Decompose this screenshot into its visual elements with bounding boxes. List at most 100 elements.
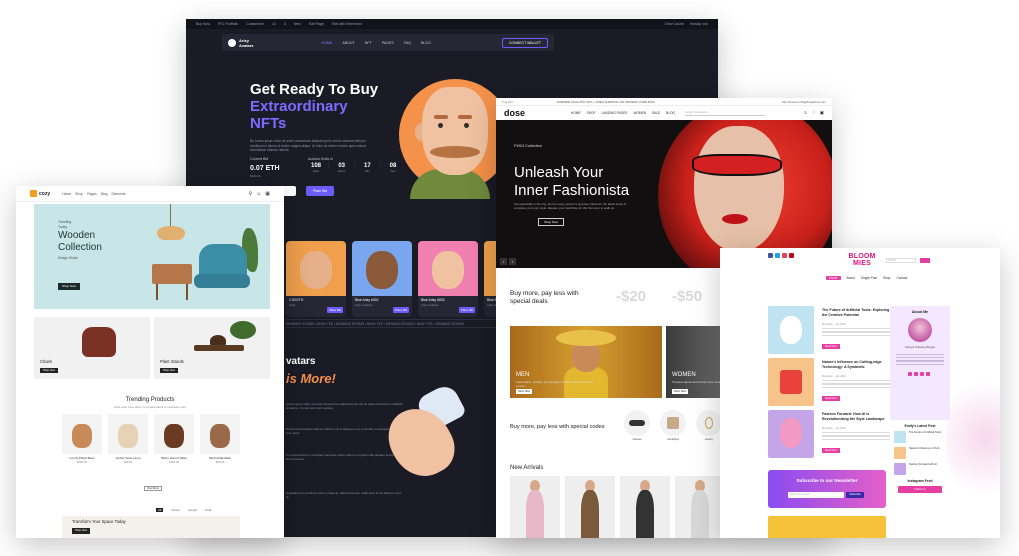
nav-blog[interactable]: BLOG [666, 111, 675, 115]
accessory-handbags[interactable]: Handbags [660, 410, 686, 441]
nav-pages[interactable]: Pages [87, 192, 97, 196]
accessory-jewelry[interactable]: Jewelry [696, 410, 722, 441]
read-more-button[interactable]: Read More [822, 344, 840, 349]
place-bid-button[interactable]: Place Bid [306, 186, 334, 196]
user-icon[interactable]: ☺ [256, 191, 261, 197]
admin-bar-item[interactable]: 13 [272, 22, 276, 26]
search-input[interactable]: Search products... [685, 110, 766, 116]
tab-lamps[interactable]: Lamps [188, 508, 197, 512]
banner-shop-button[interactable]: Shop Now [72, 528, 90, 534]
admin-bar-item[interactable]: Buy Now [196, 22, 210, 26]
post-title[interactable]: The Future of Artificial Tools: Explorin… [822, 308, 892, 317]
view-more-button[interactable]: View More [144, 486, 162, 491]
nav-about[interactable]: ABOUT [342, 41, 354, 45]
category-tile-chairs[interactable]: Chairs Shop Now [34, 317, 150, 379]
search-icon[interactable]: ⚲ [248, 191, 252, 197]
nft-card[interactable]: 1.00 ETH Arisy Place Bid [286, 241, 346, 317]
admin-bar-item[interactable]: Edit with Elementor [332, 22, 362, 26]
newsletter-subscribe-button[interactable]: Subscribe [846, 492, 864, 498]
admin-bar-item[interactable]: New [294, 22, 301, 26]
account-link[interactable]: My Account info@doseshop.com [782, 100, 826, 104]
nav-pages[interactable]: PAGES [382, 41, 394, 45]
cozy-logo[interactable]: cozy [30, 190, 50, 197]
post-thumbnail[interactable] [768, 516, 886, 538]
pinterest-icon[interactable] [789, 252, 794, 258]
category-men[interactable]: MEN Fashionable, durable, and designed f… [510, 326, 662, 398]
facebook-icon[interactable] [768, 252, 773, 258]
post-title[interactable]: Fashion Forward: How AI is Revolutionizi… [822, 412, 892, 421]
next-arrow-icon[interactable]: › [509, 258, 516, 265]
nav-blog[interactable]: Blog [101, 192, 108, 196]
blog-post[interactable]: Fashion Forward: How AI is Revolutionizi… [768, 410, 908, 460]
nav-home[interactable]: Home [826, 276, 841, 280]
nft-card[interactable]: Blue Arisy #003 Arisy Avatars Place Bid [418, 241, 478, 317]
product-card[interactable] [565, 476, 615, 538]
tile-shop-button[interactable]: Shop Now [160, 368, 178, 373]
blog-logo[interactable]: BLOOM MIES [843, 253, 881, 267]
nav-contact[interactable]: Contact [896, 276, 907, 280]
nav-home[interactable]: Home [62, 192, 71, 196]
newsletter-email-input[interactable]: Enter your email [788, 492, 844, 498]
admin-bar-item[interactable]: Clear Cache [665, 22, 684, 26]
heart-icon[interactable]: ♡ [812, 110, 816, 116]
nav-sale[interactable]: SALE [652, 111, 660, 115]
tab-all[interactable]: All [156, 508, 164, 512]
admin-bar-item[interactable]: Customizer [246, 22, 264, 26]
admin-bar-item[interactable]: RTL Portfolio [218, 22, 238, 26]
product-card[interactable] [510, 476, 560, 538]
nav-women[interactable]: WOMEN [633, 111, 646, 115]
category-tile-plants[interactable]: Plant Stands Shop Now [154, 317, 270, 379]
hero-shop-button[interactable]: Shop Now [58, 283, 80, 290]
nav-home[interactable]: HOME [571, 111, 581, 115]
twitter-icon[interactable] [775, 252, 780, 258]
tab-sofa[interactable]: Sofa [205, 508, 211, 512]
connect-wallet-button[interactable]: CONNECT WALLET [501, 37, 548, 48]
category-shop-button[interactable]: Shop Now [672, 389, 688, 394]
nft-card[interactable]: Blue Arisy #002 Arisy Avatars Place Bid [352, 241, 412, 317]
cart-icon[interactable]: ▣ [265, 191, 270, 197]
card-bid-button[interactable]: Place Bid [393, 307, 409, 313]
dose-logo[interactable]: dose [504, 108, 525, 118]
nav-shop[interactable]: Shop [883, 276, 890, 280]
admin-bar-item[interactable]: 3 [284, 22, 286, 26]
tile-shop-button[interactable]: Shop Now [40, 368, 58, 373]
instagram-icon[interactable] [782, 252, 787, 258]
search-button[interactable] [920, 258, 930, 263]
read-more-button[interactable]: Read More [822, 396, 840, 401]
nav-single-post[interactable]: Single Post [861, 276, 877, 280]
card-bid-button[interactable]: Place Bid [459, 307, 475, 313]
accessory-glasses[interactable]: Glasses [624, 410, 650, 441]
blog-post[interactable]: The Future of Artificial Tools: Explorin… [768, 306, 908, 356]
admin-bar-item[interactable]: Howdy, info [690, 22, 708, 26]
tab-chairs[interactable]: Chairs [171, 508, 180, 512]
product-card[interactable]: Minimal Bedside $99.00 [200, 414, 240, 464]
admin-bar-item[interactable]: Edit Page [309, 22, 324, 26]
nav-shop[interactable]: Shop [75, 192, 83, 196]
post-thumbnail[interactable] [768, 410, 814, 458]
blog-post[interactable]: Nature's Influence on Cutting-edge Techn… [768, 358, 908, 408]
latest-post-item[interactable]: The Future of Artificial Tools [894, 431, 946, 443]
nav-elements[interactable]: Elements [112, 192, 126, 196]
product-card[interactable] [675, 476, 725, 538]
post-title[interactable]: Nature's Influence on Cutting-edge Techn… [822, 360, 892, 369]
prev-arrow-icon[interactable]: ‹ [500, 258, 507, 265]
nav-landing[interactable]: LANDING PAGES [602, 111, 628, 115]
nav-home[interactable]: HOME [322, 41, 333, 45]
search-input[interactable]: Search [886, 258, 916, 263]
nav-shop[interactable]: SHOP [587, 111, 596, 115]
nav-nft[interactable]: NFT [365, 41, 372, 45]
nav-faq[interactable]: FAQ [404, 41, 411, 45]
nft-logo[interactable]: Arisy Avatars [228, 38, 254, 48]
social-icons[interactable]: f t g p in [502, 100, 513, 104]
product-card[interactable]: Bistro Round Table $180.00 [154, 414, 194, 464]
read-more-button[interactable]: Read More [822, 448, 840, 453]
latest-post-item[interactable]: Fashion Forward with AI [894, 463, 946, 475]
nav-blog[interactable]: BLOG [421, 41, 431, 45]
product-card[interactable] [620, 476, 670, 538]
hero-shop-button[interactable]: Shop Now [538, 218, 564, 226]
product-card[interactable]: Comfy Pillow Bean $100.00 [62, 414, 102, 464]
card-bid-button[interactable]: Place Bid [327, 307, 343, 313]
user-icon[interactable]: ☺ [803, 110, 808, 116]
nav-about[interactable]: About [847, 276, 855, 280]
cart-icon[interactable]: ▣ [820, 110, 824, 116]
